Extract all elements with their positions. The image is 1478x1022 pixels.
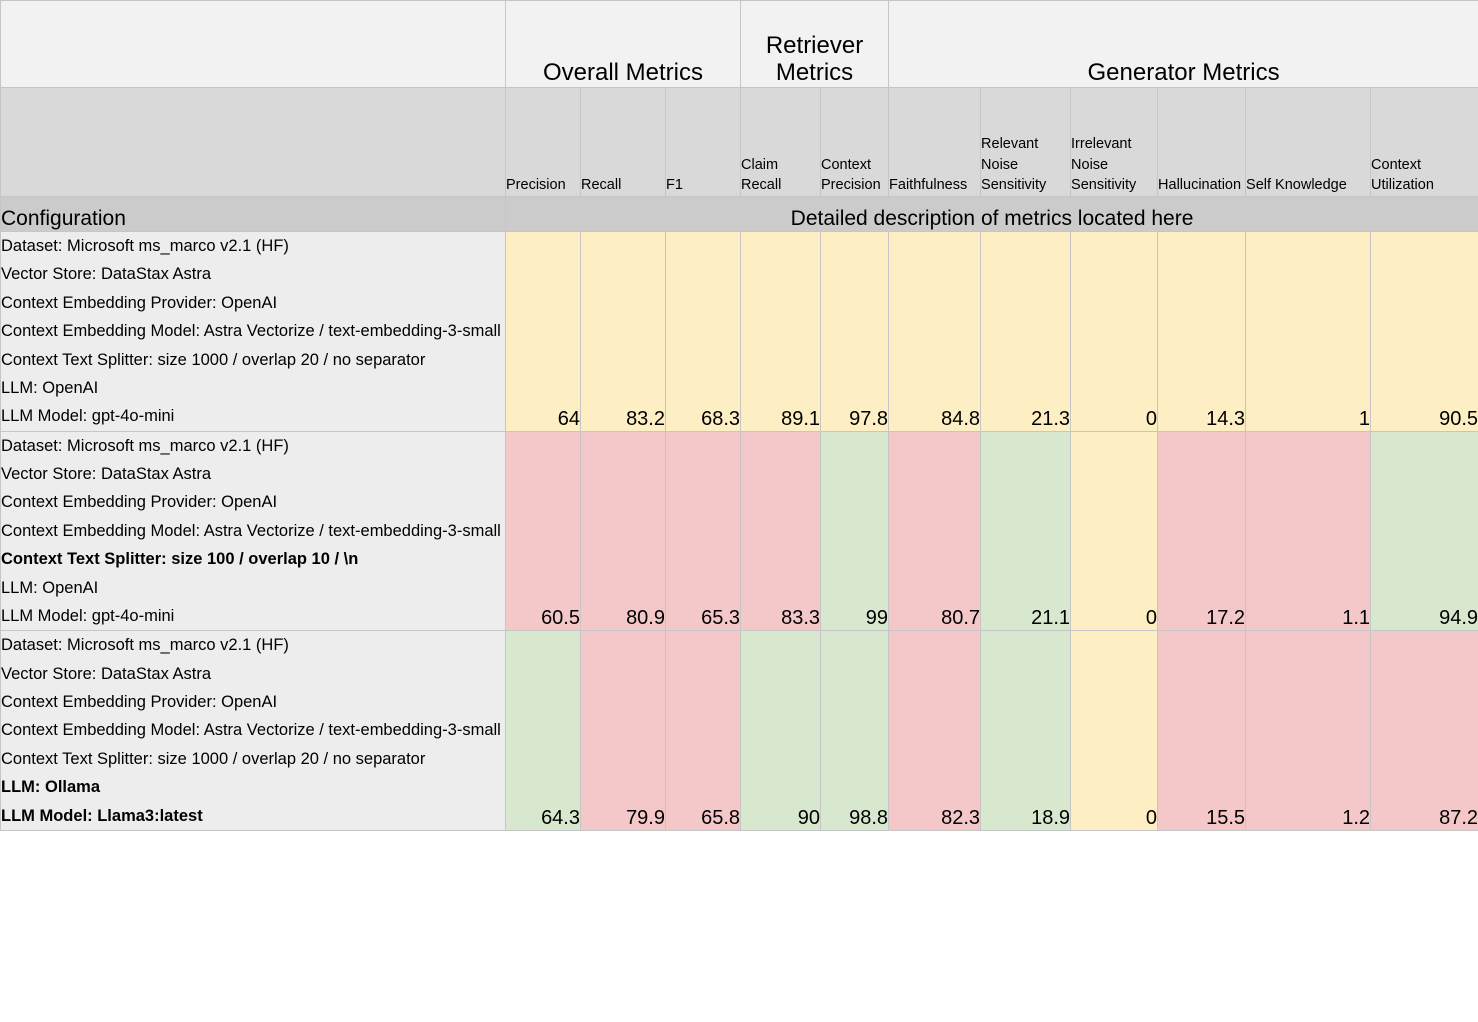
metric-value-cell: 60.5 [505, 430, 581, 632]
metric-value-cell: 97.8 [820, 231, 890, 432]
column-header-irrelevant-noise-sensitivity: Irrelevant Noise Sensitivity [1070, 87, 1159, 197]
metric-value-cell: 0 [1070, 430, 1159, 632]
configuration-line: Dataset: Microsoft ms_marco v2.1 (HF) [1, 636, 289, 655]
group-header-row: Overall Metrics Retriever Metrics Genera… [0, 0, 1478, 88]
configuration-line: LLM: Ollama [1, 778, 101, 797]
metric-value-cell: 64 [505, 231, 581, 432]
metric-value-cell: 94.9 [1370, 430, 1478, 632]
metric-value-cell: 83.3 [740, 430, 822, 632]
configuration-line: Vector Store: DataStax Astra [1, 664, 212, 683]
configuration-line: LLM: OpenAI [1, 378, 99, 397]
column-header-context-precision: Context Precision [820, 87, 890, 197]
metric-value-cell: 89.1 [740, 231, 822, 432]
table-row: Dataset: Microsoft ms_marco v2.1 (HF) Vec… [0, 630, 1478, 831]
metric-value-cell: 64.3 [505, 630, 581, 831]
configuration-line: LLM: OpenAI [1, 578, 99, 597]
configuration-cell: Dataset: Microsoft ms_marco v2.1 (HF) Vec… [0, 430, 506, 632]
configuration-line: Vector Store: DataStax Astra [1, 265, 212, 284]
metric-value-cell: 90.5 [1370, 231, 1478, 432]
metric-value-cell: 84.8 [888, 231, 982, 432]
metric-value-cell: 0 [1070, 231, 1159, 432]
configuration-line: Context Embedding Provider: OpenAI [1, 293, 278, 312]
metric-value-cell: 0 [1070, 630, 1159, 831]
configuration-line: Context Embedding Model: Astra Vectorize… [1, 521, 501, 540]
metrics-description-header: Detailed description of metrics located … [504, 196, 1478, 232]
metric-value-cell: 21.3 [980, 231, 1072, 432]
configuration-line: Context Embedding Provider: OpenAI [1, 693, 278, 711]
column-header-claim-recall: Claim Recall [740, 87, 822, 197]
configuration-line: Context Text Splitter: size 1000 / overl… [1, 749, 426, 768]
metric-value-cell: 18.9 [980, 630, 1072, 831]
column-header-hallucination: Hallucination [1157, 87, 1247, 197]
metric-value-cell: 1.2 [1245, 630, 1372, 831]
column-header-f1: F1 [664, 87, 742, 197]
table-row: Dataset: Microsoft ms_marco v2.1 (HF) Vec… [0, 430, 1478, 632]
metric-value-cell: 14.3 [1157, 231, 1247, 432]
metric-value-cell: 15.5 [1157, 630, 1247, 831]
configuration-line: LLM Model: gpt-4o-mini [1, 407, 175, 426]
configuration-line: LLM Model: gpt-4o-mini [1, 606, 175, 625]
configuration-line: Vector Store: DataStax Astra [1, 465, 212, 483]
metric-value-cell: 65.8 [664, 630, 742, 831]
group-header-generator-metrics: Generator Metrics [888, 0, 1478, 88]
configuration-line: Context Text Splitter: size 1000 / overl… [1, 350, 426, 369]
metric-value-cell: 90 [740, 630, 822, 831]
metric-value-cell: 82.3 [888, 630, 982, 831]
metric-value-cell: 79.9 [580, 630, 666, 831]
metric-value-cell: 99 [820, 430, 890, 632]
configuration-line: LLM Model: Llama3:latest [1, 806, 203, 825]
configuration-cell: Dataset: Microsoft ms_marco v2.1 (HF) Vec… [0, 630, 506, 831]
metric-value-cell: 83.2 [580, 231, 666, 432]
configuration-line: Context Embedding Provider: OpenAI [1, 493, 278, 512]
metric-value-cell: 17.2 [1157, 430, 1247, 632]
metric-value-cell: 68.3 [664, 231, 742, 432]
configuration-band-row: Configuration Detailed description of me… [0, 196, 1478, 232]
metric-value-cell: 98.8 [820, 630, 890, 831]
metric-header-blank [0, 87, 506, 197]
metrics-table-body: Dataset: Microsoft ms_marco v2.1 (HF) Vec… [0, 231, 1478, 831]
metric-header-row: Precision Recall F1 Claim Recall Context… [0, 87, 1478, 197]
metric-value-cell: 1.1 [1245, 430, 1372, 632]
metric-value-cell: 80.7 [888, 430, 982, 632]
group-header-blank [0, 0, 506, 88]
column-header-recall: Recall [580, 87, 666, 197]
column-header-faithfulness: Faithfulness [888, 87, 982, 197]
column-header-relevant-noise-sensitivity: Relevant Noise Sensitivity [980, 87, 1072, 197]
metric-value-cell: 80.9 [580, 430, 666, 632]
metric-value-cell: 87.2 [1370, 630, 1478, 831]
column-header-context-utilization: Context Utilization [1370, 87, 1478, 197]
column-header-precision: Precision [505, 87, 581, 197]
group-header-overall-metrics: Overall Metrics [504, 0, 742, 88]
column-header-self-knowledge: Self Knowledge [1245, 87, 1372, 197]
configuration-header: Configuration [0, 196, 506, 232]
configuration-line: Context Embedding Model: Astra Vectorize… [1, 322, 501, 341]
configuration-cell: Dataset: Microsoft ms_marco v2.1 (HF) Vec… [0, 231, 506, 432]
configuration-line: Context Embedding Model: Astra Vectorize… [1, 721, 501, 740]
table-row: Dataset: Microsoft ms_marco v2.1 (HF) Vec… [0, 231, 1478, 432]
configuration-line: Dataset: Microsoft ms_marco v2.1 (HF) [1, 237, 289, 255]
metric-value-cell: 65.3 [664, 430, 742, 632]
metric-value-cell: 1 [1245, 231, 1372, 432]
configuration-line: Context Text Splitter: size 100 / overla… [1, 550, 359, 569]
group-header-retriever-metrics: Retriever Metrics [740, 0, 890, 88]
metrics-comparison-table: Overall Metrics Retriever Metrics Genera… [0, 0, 1478, 831]
metric-value-cell: 21.1 [980, 430, 1072, 632]
configuration-line: Dataset: Microsoft ms_marco v2.1 (HF) [1, 436, 289, 455]
